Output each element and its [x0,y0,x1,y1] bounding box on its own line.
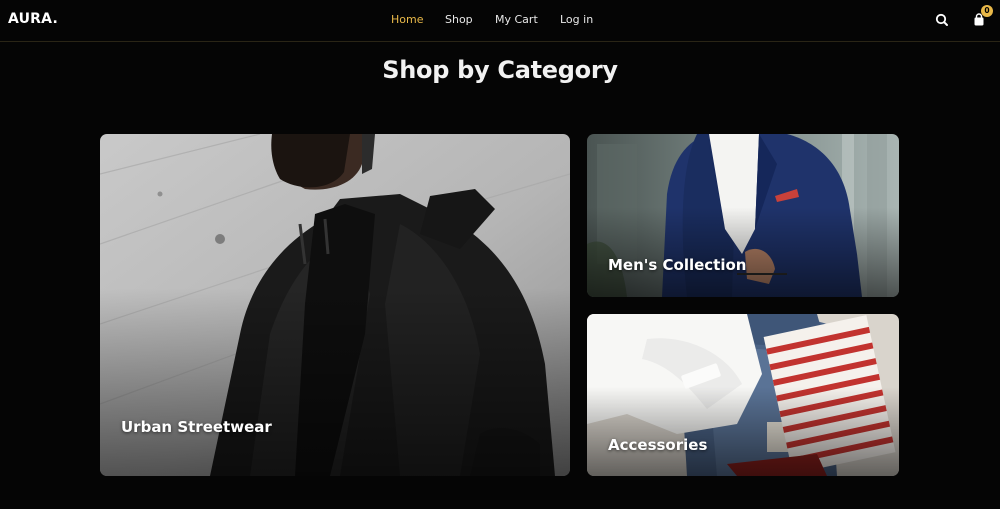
top-navbar: AURA. Home Shop My Cart Log in 0 [0,0,1000,42]
search-button[interactable] [933,11,951,29]
nav-link-shop[interactable]: Shop [445,13,473,26]
category-card-urban-streetwear[interactable]: Urban Streetwear [100,134,570,476]
section-title: Shop by Category [382,56,618,84]
cart-count-badge: 0 [981,5,993,17]
category-card-mens-collection[interactable]: Men's Collection [587,134,899,297]
category-label: Men's Collection [608,256,747,274]
category-label: Accessories [608,436,708,454]
main-nav: Home Shop My Cart Log in [0,13,1000,29]
nav-link-log-in[interactable]: Log in [560,13,593,26]
search-icon [935,13,948,26]
nav-link-home[interactable]: Home [391,13,423,26]
category-label: Urban Streetwear [121,418,272,436]
category-card-accessories[interactable]: Accessories [587,314,899,476]
nav-link-my-cart[interactable]: My Cart [495,13,538,26]
